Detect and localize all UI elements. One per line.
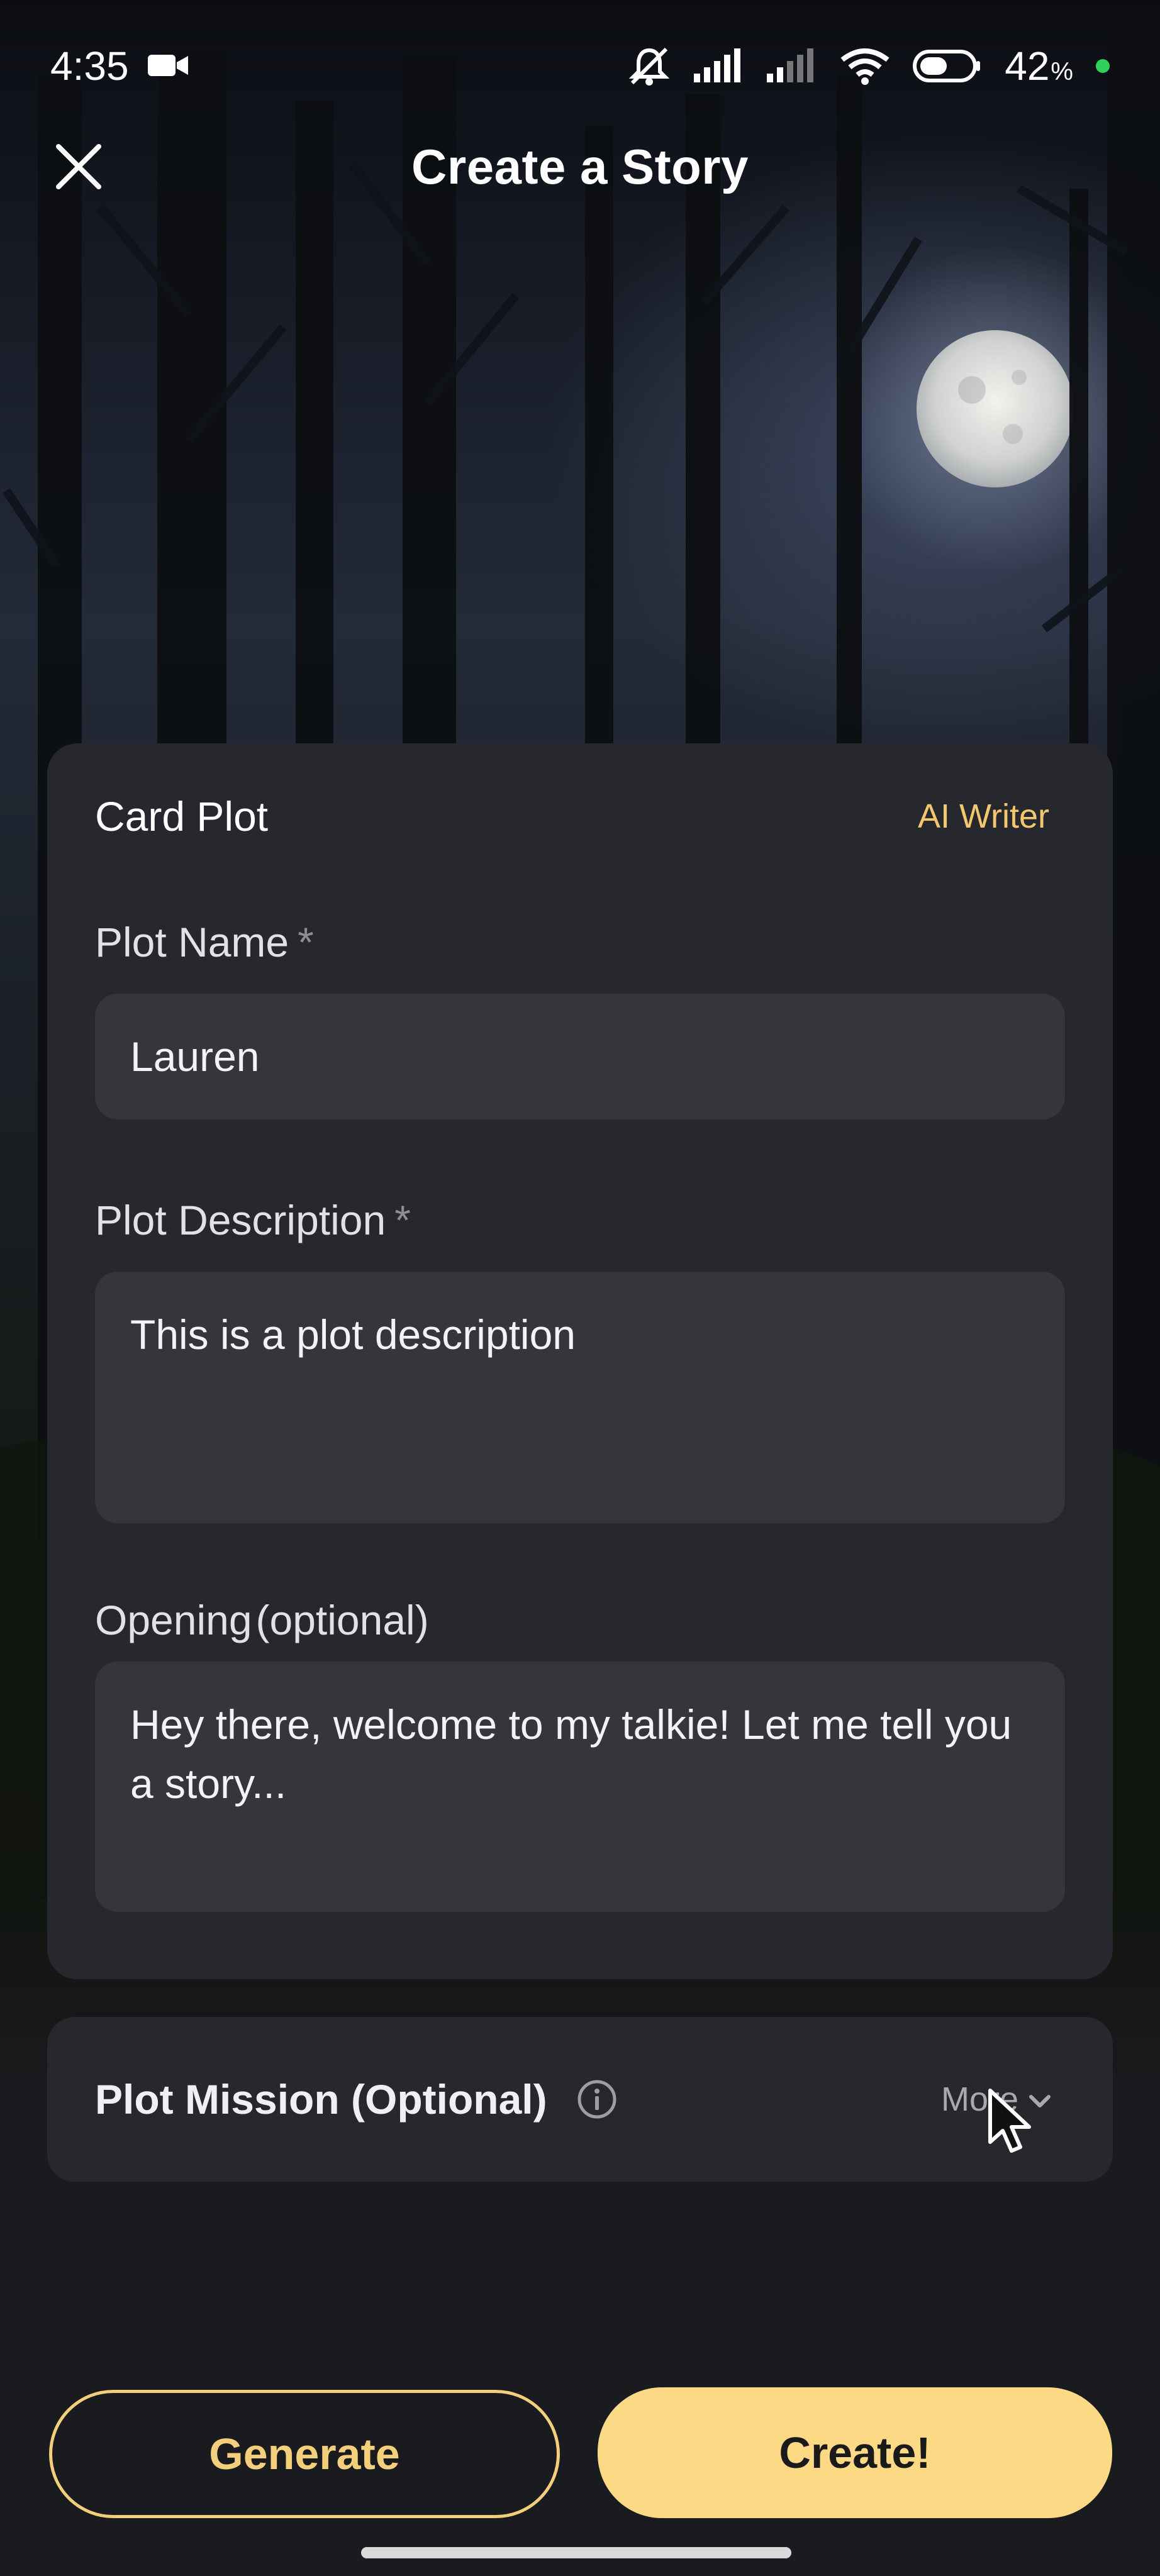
plot-mission-title: Plot Mission (Optional) — [95, 2076, 547, 2123]
battery-percent: 42% — [1005, 43, 1073, 89]
card-title: Card Plot — [95, 793, 269, 840]
wifi-icon — [840, 47, 890, 85]
signal-icon — [767, 48, 817, 84]
status-time: 4:35 — [50, 43, 129, 89]
plot-mission-row[interactable]: Plot Mission (Optional) More — [47, 2017, 1113, 2182]
opening-textarea[interactable]: Hey there, welcome to my talkie! Let me … — [95, 1662, 1065, 1912]
plot-name-input[interactable]: Lauren — [95, 994, 1065, 1119]
mouse-cursor-icon — [986, 2088, 1037, 2160]
home-indicator[interactable] — [361, 2547, 791, 2558]
generate-button[interactable]: Generate — [49, 2390, 560, 2518]
page-title: Create a Story — [411, 138, 749, 194]
ai-writer-button[interactable]: AI Writer — [918, 797, 1065, 836]
create-button[interactable]: Create! — [598, 2387, 1112, 2518]
privacy-indicator-dot — [1096, 59, 1110, 73]
plot-description-textarea[interactable]: This is a plot description — [95, 1272, 1065, 1523]
video-camera-icon — [147, 43, 189, 89]
opening-label: Opening(optional) — [95, 1597, 429, 1643]
info-icon[interactable] — [576, 2079, 618, 2120]
status-bar: 4:35 42% — [0, 0, 1160, 132]
header: Create a Story — [0, 126, 1160, 208]
signal-icon — [694, 48, 744, 84]
plot-description-value: This is a plot description — [130, 1311, 576, 1358]
close-icon — [53, 142, 104, 195]
opening-value: Hey there, welcome to my talkie! Let me … — [130, 1701, 1012, 1807]
required-mark: * — [394, 1197, 411, 1243]
plot-description-label: Plot Description * — [95, 1197, 411, 1243]
card-plot-panel: Card Plot AI Writer Plot Name * Lauren Pl… — [47, 743, 1113, 1979]
plot-name-label: Plot Name * — [95, 919, 314, 965]
plot-name-value: Lauren — [130, 1033, 260, 1080]
battery-icon — [913, 48, 982, 84]
close-button[interactable] — [50, 140, 107, 196]
muted-bell-icon — [627, 44, 671, 88]
required-mark: * — [298, 919, 314, 965]
